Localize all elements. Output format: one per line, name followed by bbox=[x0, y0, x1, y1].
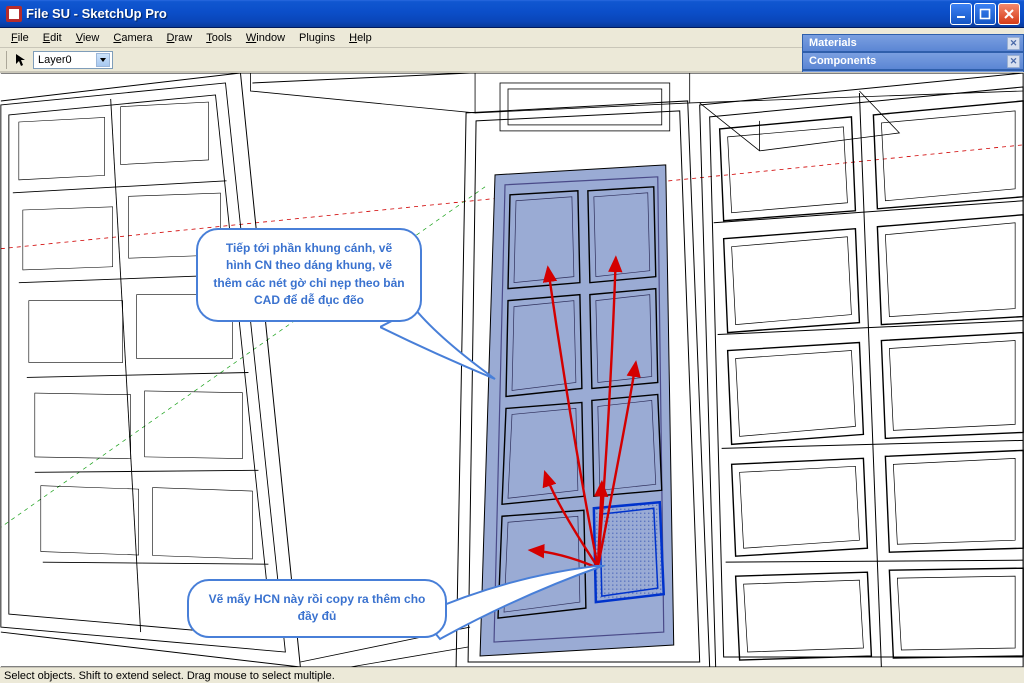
status-hint: Select objects. Shift to extend select. … bbox=[4, 670, 335, 682]
app-icon bbox=[6, 6, 22, 22]
panel-label: Materials bbox=[809, 37, 857, 49]
chevron-down-icon bbox=[96, 53, 110, 67]
center-door bbox=[480, 165, 674, 656]
close-icon[interactable]: ✕ bbox=[1007, 37, 1020, 50]
menu-draw[interactable]: Draw bbox=[160, 28, 200, 48]
left-door bbox=[1, 83, 286, 652]
menu-view[interactable]: View bbox=[69, 28, 107, 48]
panel-label: Components bbox=[809, 55, 876, 67]
menu-plugins[interactable]: Plugins bbox=[292, 28, 342, 48]
callout-1: Tiếp tới phần khung cánh, vẽ hình CN the… bbox=[196, 228, 422, 322]
select-tool-icon[interactable] bbox=[13, 52, 29, 68]
window-buttons bbox=[950, 3, 1020, 25]
toolbar-separator bbox=[6, 51, 7, 69]
menu-tools[interactable]: Tools bbox=[199, 28, 239, 48]
layer-dropdown[interactable]: Layer0 bbox=[33, 51, 113, 69]
callout-2: Vẽ mấy HCN này rồi copy ra thêm cho đầy … bbox=[187, 579, 447, 638]
menu-file[interactable]: File bbox=[4, 28, 36, 48]
menu-window[interactable]: Window bbox=[239, 28, 292, 48]
maximize-button[interactable] bbox=[974, 3, 996, 25]
menu-edit[interactable]: Edit bbox=[36, 28, 69, 48]
viewport[interactable]: Tiếp tới phần khung cánh, vẽ hình CN the… bbox=[0, 72, 1024, 667]
panel-materials[interactable]: Materials ✕ bbox=[802, 34, 1024, 52]
title-bar: File SU - SketchUp Pro bbox=[0, 0, 1024, 28]
minimize-button[interactable] bbox=[950, 3, 972, 25]
window-title: File SU - SketchUp Pro bbox=[26, 6, 950, 21]
menu-camera[interactable]: Camera bbox=[106, 28, 159, 48]
close-icon[interactable]: ✕ bbox=[1007, 55, 1020, 68]
panel-components[interactable]: Components ✕ bbox=[802, 52, 1024, 70]
close-button[interactable] bbox=[998, 3, 1020, 25]
layer-value: Layer0 bbox=[38, 54, 72, 66]
right-door bbox=[700, 73, 1023, 667]
scene-3d bbox=[0, 73, 1024, 667]
status-bar: Select objects. Shift to extend select. … bbox=[0, 667, 1024, 683]
menu-help[interactable]: Help bbox=[342, 28, 379, 48]
